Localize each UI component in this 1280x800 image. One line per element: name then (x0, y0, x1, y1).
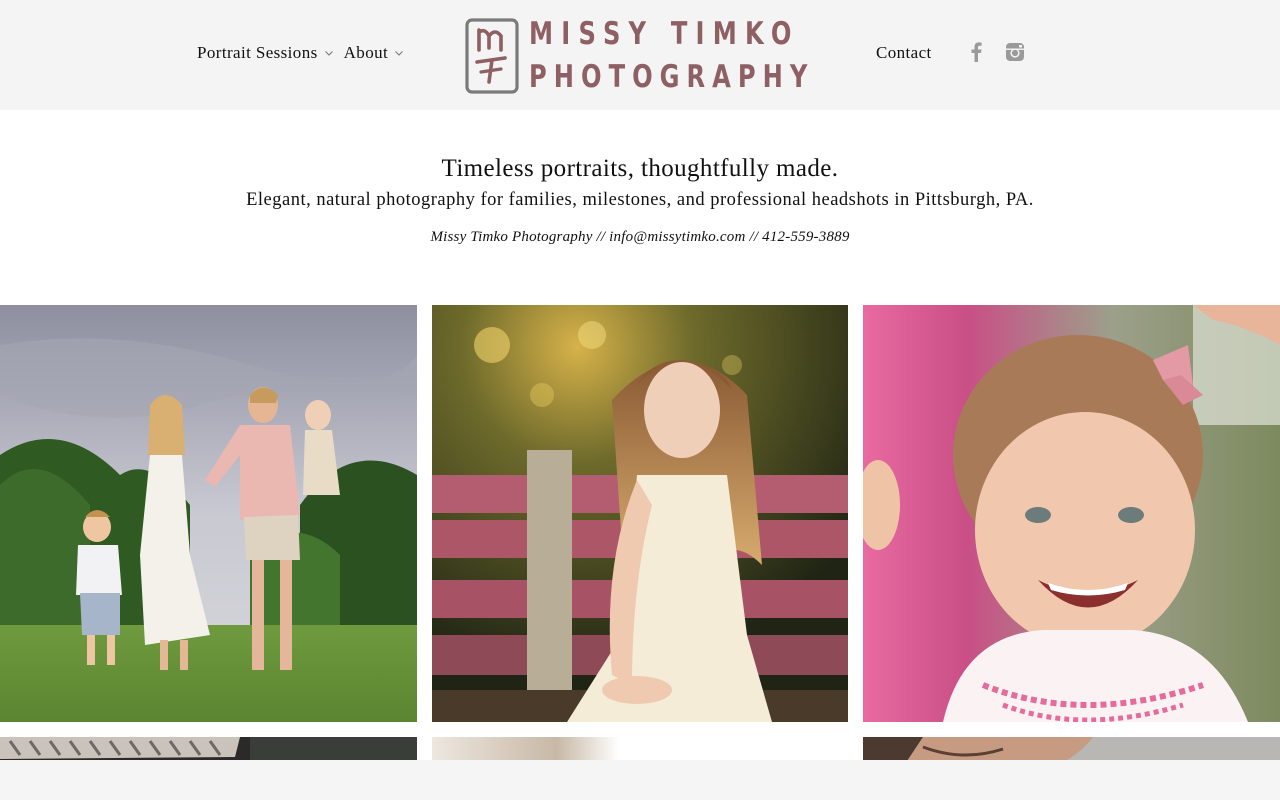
nav-contact[interactable]: Contact (876, 43, 932, 63)
logo-wordmark: MISSY TIMKO PHOTOGRAPHY (529, 15, 895, 95)
page-bottom-strip (0, 760, 1280, 800)
monogram-logo-icon (465, 17, 519, 94)
logo-line-1: MISSY TIMKO (529, 15, 800, 52)
chevron-down-icon (395, 51, 404, 56)
nav-about-label: About (343, 43, 389, 62)
contact-info-line: Missy Timko Photography // info@missytim… (430, 229, 850, 245)
instagram-icon (1006, 43, 1024, 61)
girl-bench-photo-image (432, 305, 848, 722)
family-photo-image (0, 305, 417, 722)
intro-section: Timeless portraits, thoughtfully made. E… (0, 110, 1280, 305)
page-subheading: Elegant, natural photography for familie… (246, 190, 1034, 210)
site-logo[interactable]: MISSY TIMKO PHOTOGRAPHY (465, 17, 815, 94)
gallery-photo-toddler[interactable] (863, 305, 1280, 722)
site-header: Portrait Sessions About MISSY TIMKO PHOT… (0, 0, 1280, 110)
gallery-photo-family[interactable] (0, 305, 417, 722)
facebook-link[interactable] (965, 41, 987, 63)
primary-nav: Portrait Sessions About (197, 43, 404, 63)
nav-about[interactable]: About (344, 43, 405, 63)
toddler-photo-image (863, 305, 1280, 722)
facebook-icon (971, 42, 982, 62)
logo-line-2: PHOTOGRAPHY (529, 58, 815, 95)
nav-portrait-sessions-label: Portrait Sessions (197, 43, 318, 62)
nav-portrait-sessions[interactable]: Portrait Sessions (197, 43, 334, 63)
photo-gallery (0, 305, 1280, 800)
page-tagline: Timeless portraits, thoughtfully made. (441, 155, 839, 182)
gallery-photo-girl-bench[interactable] (432, 305, 848, 722)
chevron-down-icon (324, 51, 333, 56)
instagram-link[interactable] (1004, 41, 1026, 63)
